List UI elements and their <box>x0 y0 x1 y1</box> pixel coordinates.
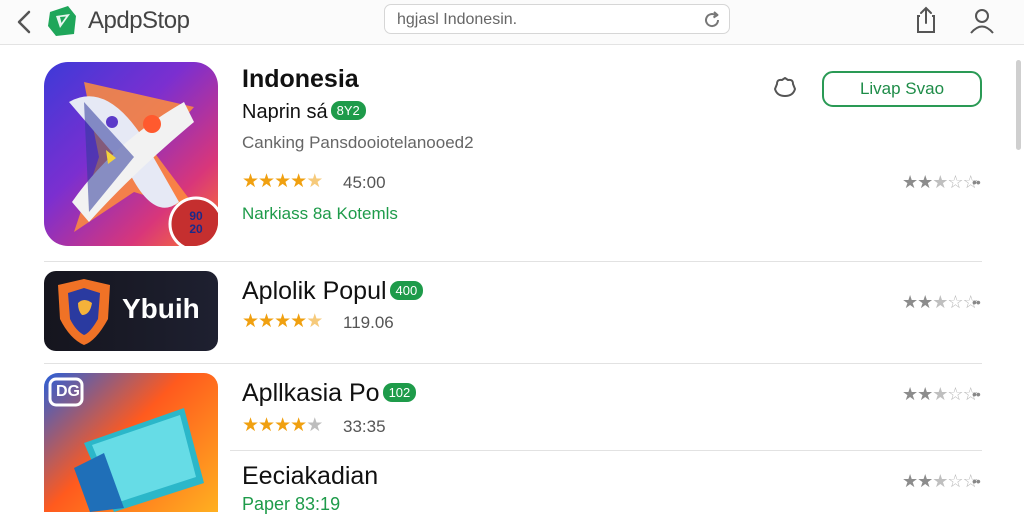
account-icon[interactable] <box>968 6 996 36</box>
app-secondary-rating-2: ★★★☆☆ <box>902 384 979 405</box>
app-rating-value-2: 33:35 <box>343 417 386 436</box>
back-chevron-icon[interactable] <box>10 6 38 38</box>
top-bar: ApdpStop hgjasl Indonesin. <box>0 0 1024 45</box>
app-store-brand[interactable]: ApdpStop <box>88 7 190 35</box>
featured-tagline: Narkiass 8a Kotemls <box>242 204 398 223</box>
star-icon: ★ <box>258 171 275 192</box>
app-badge-2: 102 <box>382 382 417 402</box>
app-icon-2[interactable]: DG <box>44 373 218 512</box>
star-icon: ★ <box>917 471 933 491</box>
star-icon: ☆ <box>947 384 963 404</box>
star-icon: ★ <box>917 292 933 312</box>
featured-icon-badge-text: 90 20 <box>189 209 203 236</box>
star-icon: ★ <box>242 171 259 192</box>
install-button[interactable]: Livap Svao <box>822 71 982 107</box>
star-icon: ★ <box>258 311 275 332</box>
featured-app-subtitle: Naprin sá 8Y2 <box>242 101 366 124</box>
app-title-1-text: Aplolik Popul <box>242 277 387 305</box>
star-icon: ★ <box>242 415 259 436</box>
star-icon: ★ <box>274 171 291 192</box>
star-icon: ★ <box>290 415 307 436</box>
app-icon-1-text: Ybuih <box>122 293 200 324</box>
app-title-3[interactable]: Eeciakadian <box>242 462 378 491</box>
star-icon: ★ <box>242 311 259 332</box>
app-rating-value-1: 119.06 <box>343 313 394 332</box>
featured-subtitle-text: Naprin sá <box>242 101 328 123</box>
featured-app-title[interactable]: Indonesia <box>242 65 359 94</box>
star-icon: ★ <box>902 172 918 192</box>
star-icon: ★ <box>306 171 323 192</box>
star-icon: ☆ <box>947 172 963 192</box>
star-icon: ★ <box>932 292 948 312</box>
app-more-icon-2[interactable]: •• <box>972 386 981 402</box>
featured-rating-value: 45:00 <box>343 173 386 192</box>
app-icon-2-text: DG <box>56 383 80 400</box>
featured-app-description: Canking Pansdooiotelanooed2 <box>242 133 474 152</box>
star-icon: ★ <box>902 471 918 491</box>
share-icon[interactable] <box>912 4 940 36</box>
app-secondary-rating-3: ★★★☆☆ <box>902 471 979 492</box>
star-icon: ☆ <box>947 292 963 312</box>
featured-more-icon[interactable]: •• <box>972 174 981 190</box>
appstop-logo-icon <box>46 4 80 38</box>
search-input[interactable]: hgjasl Indonesin. <box>397 11 517 29</box>
app-title-1[interactable]: Aplolik Popul 400 <box>242 277 424 306</box>
divider <box>44 363 982 364</box>
app-title-2-text: Apllkasia Po <box>242 379 380 407</box>
featured-star-rating: ★★★★★ <box>242 170 323 193</box>
divider <box>44 261 982 262</box>
star-icon: ★ <box>932 384 948 404</box>
app-icon-1[interactable]: Ybuih <box>44 271 218 351</box>
scrollbar[interactable] <box>1016 60 1021 150</box>
star-icon: ★ <box>306 311 323 332</box>
divider <box>230 450 982 451</box>
star-icon: ★ <box>290 311 307 332</box>
star-icon: ★ <box>932 172 948 192</box>
star-icon: ★ <box>274 415 291 436</box>
star-icon: ★ <box>917 384 933 404</box>
star-icon: ★ <box>290 171 307 192</box>
app-secondary-rating-1: ★★★☆☆ <box>902 292 979 313</box>
search-bar[interactable]: hgjasl Indonesin. <box>384 4 730 34</box>
star-icon: ★ <box>902 384 918 404</box>
star-icon: ★ <box>274 311 291 332</box>
app-star-rating-1: ★★★★★ <box>242 310 323 333</box>
app-more-icon-3[interactable]: •• <box>972 473 981 489</box>
featured-badge: 8Y2 <box>330 101 366 121</box>
star-icon: ★ <box>306 415 323 436</box>
refresh-icon[interactable] <box>701 9 723 31</box>
star-icon: ★ <box>917 172 933 192</box>
app-star-rating-2: ★★★★★ <box>242 414 323 437</box>
star-icon: ☆ <box>947 471 963 491</box>
featured-app-icon[interactable]: 90 20 <box>44 62 218 246</box>
star-icon: ★ <box>902 292 918 312</box>
app-title-2[interactable]: Apllkasia Po 102 <box>242 379 417 408</box>
app-badge-1: 400 <box>389 280 424 300</box>
star-icon: ★ <box>258 415 275 436</box>
star-icon: ★ <box>932 471 948 491</box>
app-more-icon-1[interactable]: •• <box>972 294 981 310</box>
featured-secondary-rating: ★★★☆☆ <box>902 172 979 193</box>
wishlist-icon[interactable] <box>772 76 798 100</box>
